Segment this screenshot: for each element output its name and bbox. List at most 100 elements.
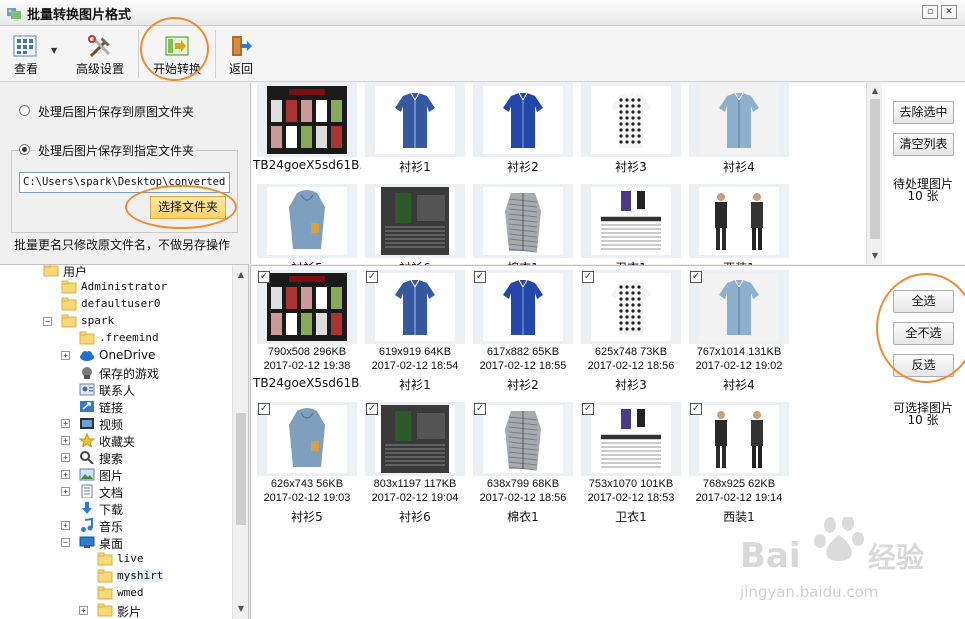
pending-thumbnail[interactable] (473, 184, 573, 258)
available-thumbnail[interactable] (581, 270, 681, 344)
back-button[interactable]: 返回 (221, 26, 261, 82)
pending-thumbnail[interactable] (365, 184, 465, 258)
picture-icon (79, 467, 95, 481)
expand-icon[interactable]: + (61, 521, 70, 530)
expand-icon[interactable]: + (61, 436, 70, 445)
select-checkbox[interactable]: ✓ (690, 403, 702, 415)
view-dropdown-icon[interactable]: ▼ (51, 46, 57, 55)
select-checkbox[interactable]: ✓ (366, 403, 378, 415)
desktop-icon (79, 535, 95, 549)
tree-item[interactable]: 用户 (0, 265, 232, 279)
output-path-field[interactable]: C:\Users\spark\Desktop\converted (19, 172, 230, 193)
game-icon (79, 365, 95, 379)
tree-item[interactable]: + 图片 (0, 466, 232, 483)
tree-item[interactable]: + 视频 (0, 415, 232, 432)
pending-count: 10 张 (907, 189, 939, 203)
select-checkbox[interactable]: ✓ (582, 271, 594, 283)
tree-item[interactable]: + 文档 (0, 483, 232, 500)
expand-icon[interactable]: + (61, 487, 70, 496)
available-thumbnail[interactable] (473, 270, 573, 344)
pending-scrollbar[interactable]: ▲ ▼ (866, 83, 882, 264)
available-item-name: 卫衣1 (615, 510, 647, 524)
video-icon (79, 416, 95, 430)
expand-icon[interactable]: + (61, 419, 70, 428)
save-original-radio[interactable] (19, 105, 30, 116)
available-thumbnail[interactable] (365, 402, 465, 476)
folder-tree[interactable]: 用户 Administrator defaultuser0 − spark .freemi… (0, 264, 249, 619)
scroll-up-icon[interactable]: ▲ (233, 267, 248, 283)
tree-scroll-thumb[interactable] (236, 413, 246, 525)
expand-icon[interactable]: + (79, 606, 88, 615)
collapse-icon[interactable]: − (43, 317, 52, 326)
available-item-name: 衬衫3 (615, 378, 647, 392)
select-checkbox[interactable]: ✓ (582, 403, 594, 415)
tree-item[interactable]: 下载 (0, 500, 232, 517)
tree-item[interactable]: − spark (0, 313, 232, 330)
select-checkbox[interactable]: ✓ (366, 271, 378, 283)
tree-item[interactable]: Administrator (0, 279, 232, 296)
tree-item[interactable]: 保存的游戏 (0, 364, 232, 381)
view-button[interactable]: 查看 (4, 26, 48, 82)
pending-scroll-thumb[interactable] (870, 99, 880, 239)
select-checkbox[interactable]: ✓ (474, 403, 486, 415)
restore-button[interactable]: ▫ (922, 5, 938, 19)
scroll-up-icon[interactable]: ▲ (867, 83, 883, 99)
pending-thumbnail[interactable] (581, 184, 681, 258)
scroll-down-icon[interactable]: ▼ (233, 601, 248, 617)
remove-selected-button[interactable]: 去除选中 (893, 101, 954, 124)
available-thumbnail[interactable] (473, 402, 573, 476)
save-specified-radio[interactable] (19, 144, 30, 155)
thumbnail-image (699, 405, 779, 473)
tree-item[interactable]: + OneDrive (0, 347, 232, 364)
tree-item-label: 链接 (99, 401, 124, 415)
choose-folder-button[interactable]: 选择文件夹 (150, 196, 226, 219)
music-icon (79, 517, 95, 532)
toolbar-separator (138, 30, 139, 78)
pending-thumbnail[interactable] (365, 83, 465, 157)
tools-icon (88, 35, 111, 58)
available-thumbnail[interactable] (689, 402, 789, 476)
close-button[interactable]: ✕ (941, 5, 957, 19)
scroll-down-icon[interactable]: ▼ (867, 248, 883, 264)
select-checkbox[interactable]: ✓ (474, 271, 486, 283)
collapse-icon[interactable]: − (61, 538, 70, 547)
select-checkbox[interactable]: ✓ (258, 271, 270, 283)
expand-icon[interactable]: + (61, 470, 70, 479)
pending-thumbnail[interactable] (257, 184, 357, 258)
select-checkbox[interactable]: ✓ (258, 403, 270, 415)
select-all-button[interactable]: 全选 (893, 290, 954, 313)
tree-scrollbar[interactable]: ▲ ▼ (232, 265, 248, 619)
pending-thumbnail[interactable] (689, 83, 789, 157)
expand-icon[interactable]: + (61, 351, 70, 360)
tree-item[interactable]: + 收藏夹 (0, 432, 232, 449)
output-options-panel: 处理后图片保存到原图文件夹 处理后图片保存到指定文件夹 C:\Users\spa… (0, 83, 249, 263)
pending-thumbnail[interactable] (473, 83, 573, 157)
select-checkbox[interactable]: ✓ (690, 271, 702, 283)
pending-thumbnail[interactable] (689, 184, 789, 258)
tree-item[interactable]: 链接 (0, 398, 232, 415)
tree-item[interactable]: − 桌面 (0, 534, 232, 551)
tree-item[interactable]: + 影片 (0, 602, 232, 619)
available-thumbnail[interactable] (689, 270, 789, 344)
tree-item[interactable]: + 音乐 (0, 517, 232, 534)
available-thumbnail[interactable] (257, 402, 357, 476)
pending-thumbnail[interactable] (257, 83, 357, 157)
tree-item[interactable]: wmed (0, 585, 232, 602)
tree-item[interactable]: myshirt (0, 568, 232, 585)
tree-item[interactable]: .freemind (0, 330, 232, 347)
tree-item[interactable]: 联系人 (0, 381, 232, 398)
select-none-button[interactable]: 全不选 (893, 322, 954, 345)
invert-selection-button[interactable]: 反选 (893, 354, 954, 377)
clear-list-button[interactable]: 清空列表 (893, 133, 954, 156)
tree-item[interactable]: + 搜索 (0, 449, 232, 466)
available-thumbnail[interactable] (257, 270, 357, 344)
available-thumbnail[interactable] (365, 270, 465, 344)
tree-item[interactable]: live (0, 551, 232, 568)
advanced-settings-button[interactable]: 高级设置 (68, 26, 132, 82)
available-thumbnail[interactable] (581, 402, 681, 476)
expand-icon[interactable]: + (61, 453, 70, 462)
start-convert-button[interactable]: 开始转换 (146, 26, 208, 82)
tree-item[interactable]: defaultuser0 (0, 296, 232, 313)
pending-thumbnail[interactable] (581, 83, 681, 157)
tree-item-label: 下载 (99, 503, 124, 517)
